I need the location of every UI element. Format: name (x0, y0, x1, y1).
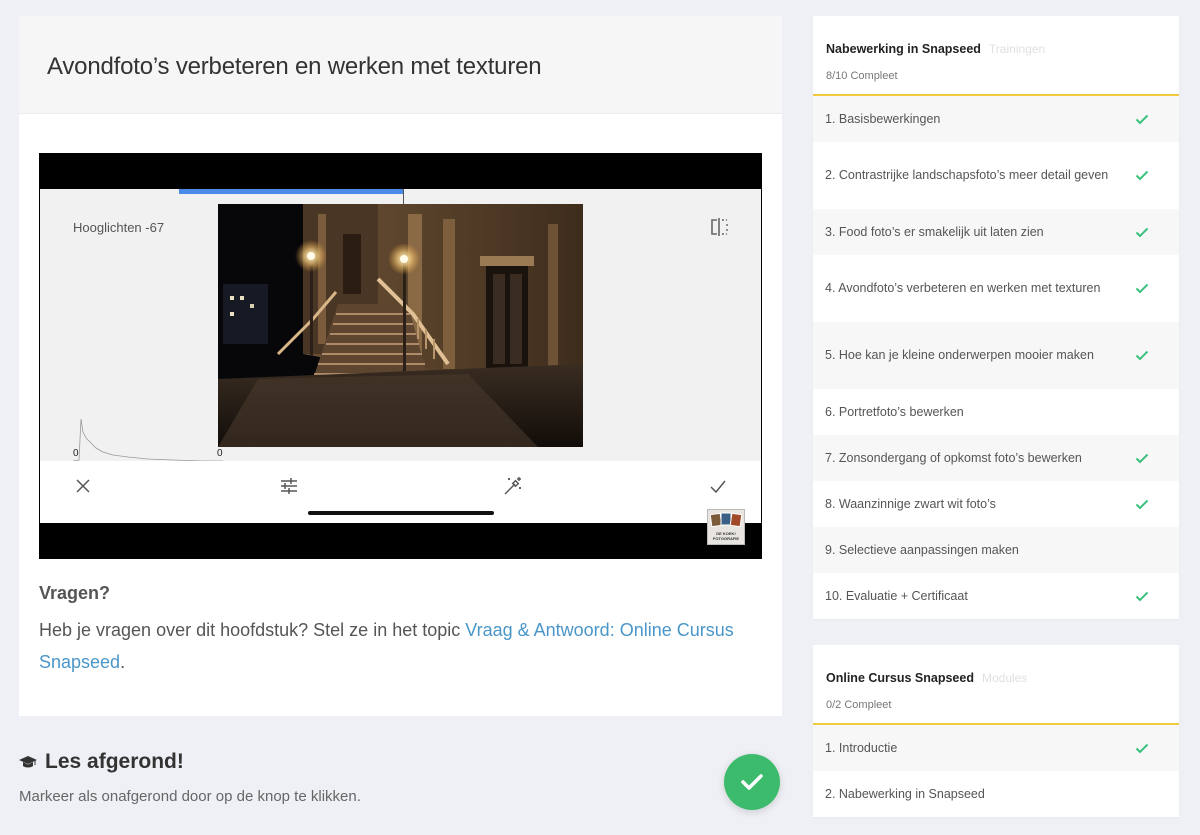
questions-text-end: . (120, 652, 126, 672)
check-icon (1135, 499, 1149, 509)
course-type: Modules (981, 671, 1028, 685)
night-staircase-photo (218, 204, 583, 447)
chapter-label: 1. Basisbewerkingen (825, 111, 941, 126)
graduation-cap-icon (19, 756, 37, 768)
chapter-item[interactable]: 1. Basisbewerkingen (813, 96, 1179, 142)
chapter-label: 7. Zonsondergang of opkomst foto’s bewer… (825, 450, 1082, 465)
histogram-max-label: 0 (217, 448, 223, 459)
check-icon (1135, 743, 1149, 753)
questions-section: Vragen? Heb je vragen over dit hoofdstuk… (39, 583, 759, 678)
course-title[interactable]: Online Cursus Snapseed (826, 671, 974, 685)
course-chapter-list: 1. Introductie 2. Nabewerking in Snapseed (813, 725, 1179, 817)
mark-complete-button[interactable] (724, 754, 780, 810)
watermark-logo: DE KOEK! FOTOGRAFIE (707, 509, 745, 545)
training-title[interactable]: Nabewerking in Snapseed (826, 42, 981, 56)
adjustment-progress-bar (179, 189, 403, 194)
lesson-card: Avondfoto’s verbeteren en werken met tex… (19, 16, 782, 716)
chapter-item[interactable]: 7. Zonsondergang of opkomst foto’s bewer… (813, 435, 1179, 481)
histogram-chart (73, 418, 223, 462)
histogram-min-label: 0 (73, 448, 79, 459)
lesson-video[interactable]: Hooglichten -67 0 0 DE KOEK! FOTOGRAFIE (39, 153, 762, 559)
training-type: Trainingen (988, 42, 1046, 56)
check-icon (1135, 350, 1149, 361)
check-icon (1135, 170, 1149, 181)
apply-check-icon[interactable] (707, 475, 729, 497)
watermark-text: DE KOEK! FOTOGRAFIE (712, 531, 740, 541)
chapter-item[interactable]: 3. Food foto’s er smakelijk uit laten zi… (813, 209, 1179, 255)
snapseed-screen: Hooglichten -67 0 0 (40, 189, 761, 523)
training-title-row: Nabewerking in Snapseed Trainingen (826, 40, 1166, 58)
lesson-complete-section: Les afgerond! Markeer als onafgerond doo… (19, 750, 782, 820)
training-chapter-list: 1. Basisbewerkingen 2. Contrastrijke land… (813, 96, 1179, 619)
training-progress: 8/10 Compleet (826, 70, 898, 82)
questions-text-intro: Heb je vragen over dit hoofdstuk? Stel z… (39, 620, 466, 640)
home-indicator (308, 511, 494, 515)
chapter-label: 9. Selectieve aanpassingen maken (825, 542, 1019, 557)
course-panel: Online Cursus Snapseed Modules 0/2 Comple… (813, 645, 1179, 817)
lesson-title: Avondfoto’s verbeteren en werken met tex… (47, 53, 542, 80)
close-icon[interactable] (72, 475, 94, 497)
chapter-item[interactable]: 5. Hoe kan je kleine onderwerpen mooier … (813, 322, 1179, 389)
adjustment-parameter-label: Hooglichten -67 (73, 220, 165, 235)
lesson-complete-title: Les afgerond! (45, 750, 184, 773)
chapter-item[interactable]: 2. Contrastrijke landschapsfoto’s meer d… (813, 142, 1179, 209)
chapter-item[interactable]: 2. Nabewerking in Snapseed (813, 771, 1179, 817)
check-icon (741, 774, 763, 790)
lesson-complete-heading: Les afgerond! (19, 750, 782, 774)
chapter-label: 2. Nabewerking in Snapseed (825, 786, 985, 801)
training-panel: Nabewerking in Snapseed Trainingen 8/10 C… (813, 16, 1179, 619)
chapter-label: 3. Food foto’s er smakelijk uit laten zi… (825, 224, 1044, 239)
check-icon (1135, 591, 1149, 601)
chapter-label: 6. Portretfoto’s bewerken (825, 404, 964, 419)
chapter-item[interactable]: 10. Evaluatie + Certificaat (813, 573, 1179, 619)
chapter-item[interactable]: 1. Introductie (813, 725, 1179, 771)
editor-toolbar (40, 461, 761, 523)
course-title-row: Online Cursus Snapseed Modules (826, 669, 1166, 687)
chapter-item[interactable]: 9. Selectieve aanpassingen maken (813, 527, 1179, 573)
compare-icon[interactable] (709, 218, 729, 236)
check-icon (1135, 453, 1149, 463)
chapter-label: 1. Introductie (825, 740, 898, 755)
chapter-item[interactable]: 8. Waanzinnige zwart wit foto’s (813, 481, 1179, 527)
questions-title: Vragen? (39, 583, 111, 603)
lesson-complete-description: Markeer als onafgerond door op de knop t… (19, 788, 361, 805)
check-icon (1135, 227, 1149, 237)
chapter-item[interactable]: 4. Avondfoto’s verbeteren en werken met … (813, 255, 1179, 322)
chapter-label: 8. Waanzinnige zwart wit foto’s (825, 496, 996, 511)
adjustment-progress-tick (403, 189, 404, 204)
editor-canvas: Hooglichten -67 0 0 (40, 189, 761, 462)
magic-wand-icon[interactable] (501, 475, 523, 497)
chapter-label: 5. Hoe kan je kleine onderwerpen mooier … (825, 348, 1094, 362)
chapter-label: 4. Avondfoto’s verbeteren en werken met … (825, 281, 1101, 295)
check-icon (1135, 114, 1149, 124)
course-progress: 0/2 Compleet (826, 699, 892, 711)
questions-text: Heb je vragen over dit hoofdstuk? Stel z… (39, 614, 759, 678)
chapter-item[interactable]: 6. Portretfoto’s bewerken (813, 389, 1179, 435)
chapter-label: 2. Contrastrijke landschapsfoto’s meer d… (825, 168, 1109, 182)
course-panel-header: Online Cursus Snapseed Modules 0/2 Comple… (813, 645, 1179, 725)
training-panel-header: Nabewerking in Snapseed Trainingen 8/10 C… (813, 16, 1179, 96)
sliders-icon[interactable] (278, 475, 300, 497)
lesson-header: Avondfoto’s verbeteren en werken met tex… (19, 16, 782, 114)
check-icon (1135, 283, 1149, 294)
chapter-label: 10. Evaluatie + Certificaat (825, 588, 968, 603)
